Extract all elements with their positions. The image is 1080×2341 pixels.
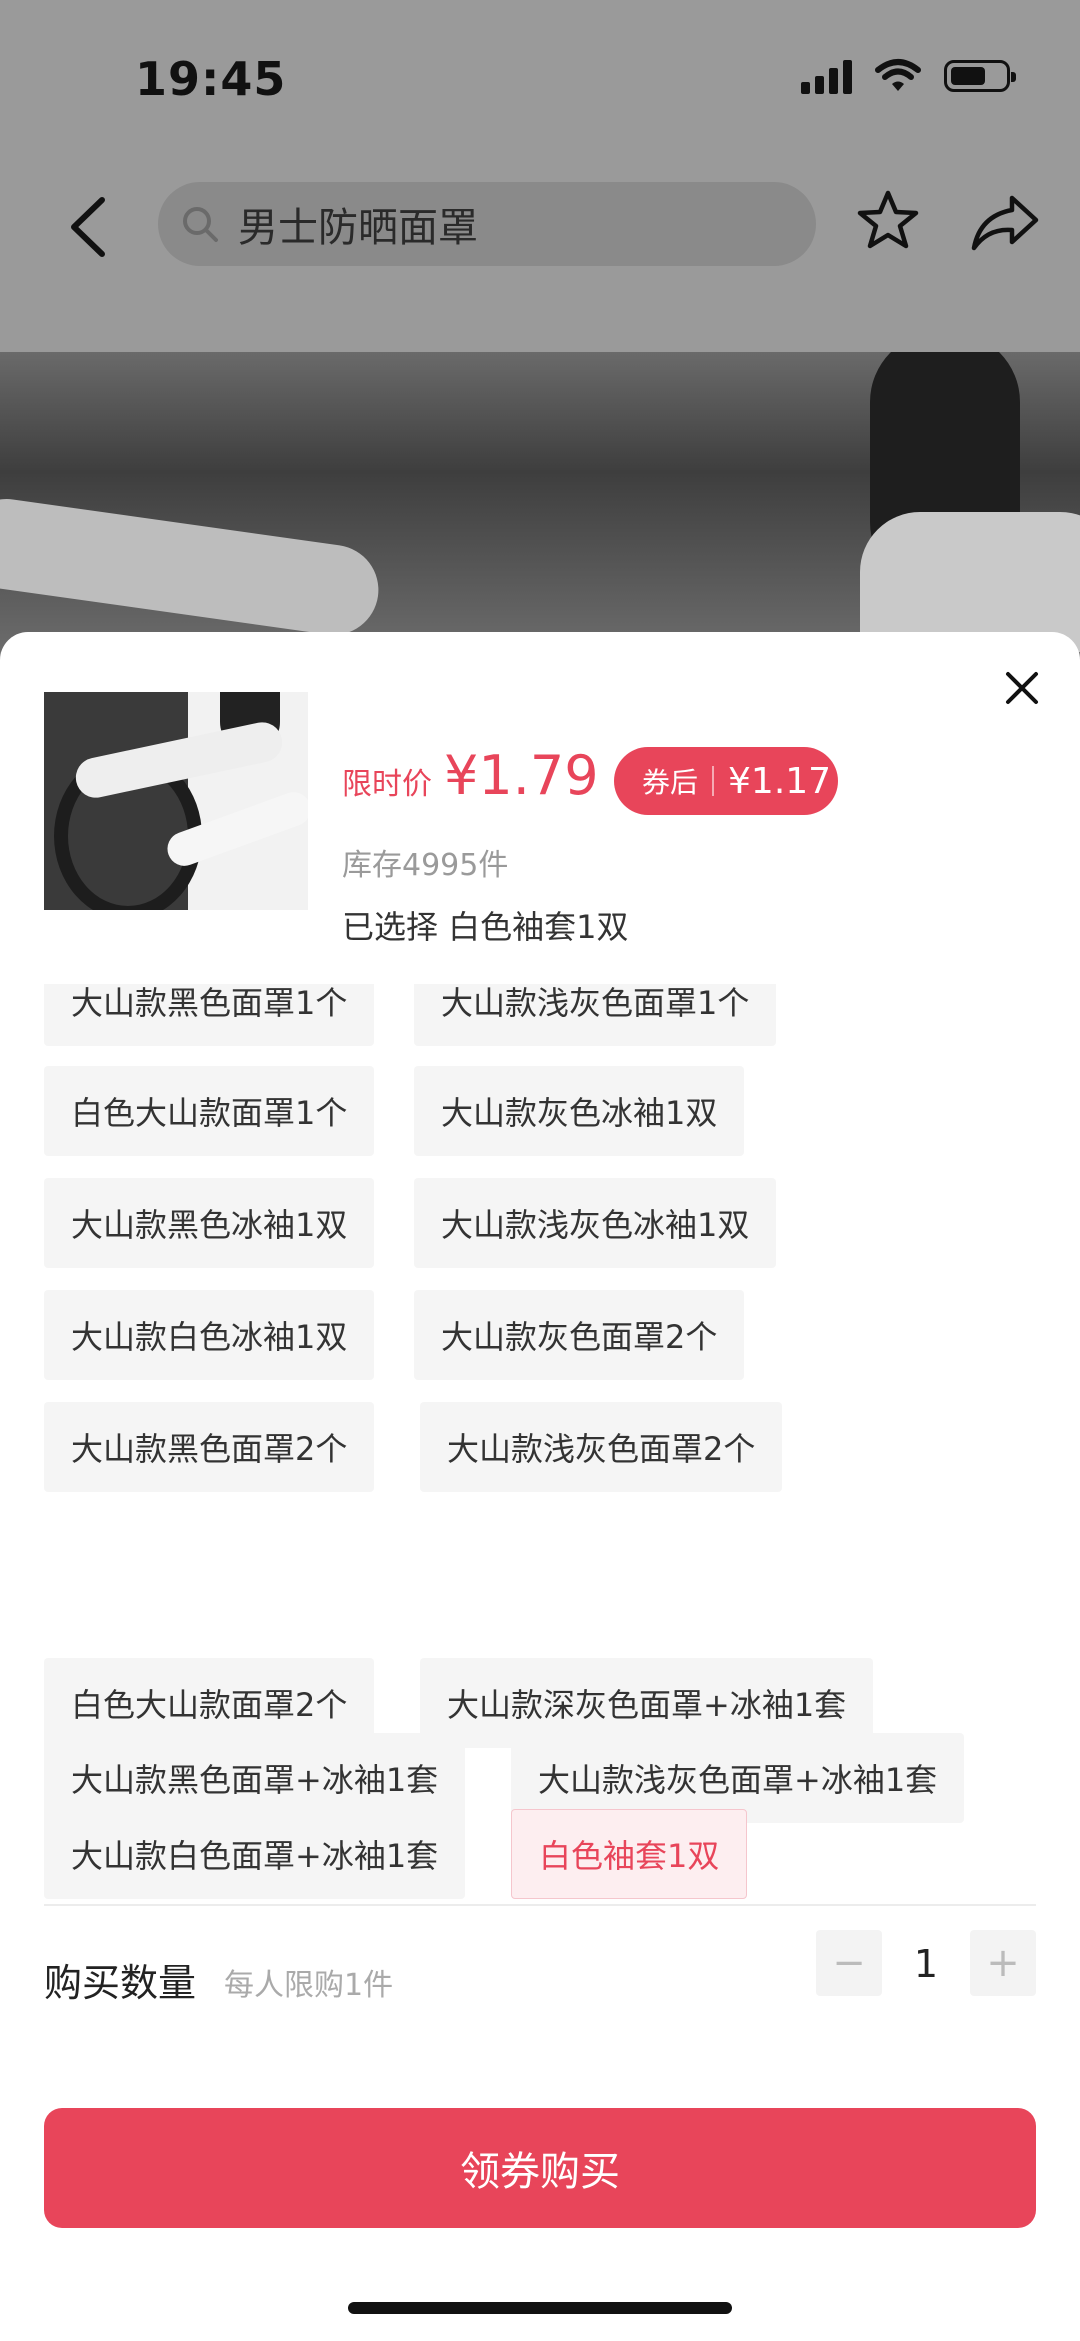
wifi-icon	[875, 59, 921, 91]
share-icon[interactable]	[968, 190, 1040, 256]
variant-option[interactable]: 大山款黑色面罩2个	[44, 1402, 375, 1492]
variant-option[interactable]: 大山款白色冰袖1双	[44, 1290, 375, 1380]
quantity-label: 购买数量	[44, 1961, 197, 2005]
variant-options: 大山款黑色面罩1个 大山款浅灰色面罩1个 白色大山款面罩1个 大山款灰色冰袖1双…	[44, 984, 1040, 1504]
home-indicator	[348, 2302, 732, 2314]
signal-icon	[801, 58, 852, 94]
sku-selector-sheet: 限时价 ¥1.79 券后 ¥1.17 库存4995件 已选择 白色袖套1双 大山…	[0, 632, 1080, 2341]
stock-text: 库存4995件	[342, 848, 509, 883]
variant-option[interactable]: 大山款浅灰色面罩1个	[414, 984, 777, 1046]
top-bar: 19:45 男士防晒面罩	[0, 0, 1080, 352]
quantity-limit-text: 每人限购1件	[224, 1968, 394, 2003]
search-icon	[183, 207, 218, 242]
quantity-value: 1	[913, 1942, 939, 1986]
coupon-separator	[712, 766, 715, 796]
variant-option[interactable]: 大山款白色面罩+冰袖1套	[44, 1809, 466, 1899]
quantity-decrease-button[interactable]: −	[816, 1930, 882, 1996]
search-text: 男士防晒面罩	[238, 205, 478, 251]
variant-option[interactable]: 大山款灰色冰袖1双	[414, 1066, 745, 1156]
price-value: ¥1.79	[444, 744, 599, 807]
status-icons	[801, 58, 1016, 94]
selected-variant-text: 已选择 白色袖套1双	[342, 908, 629, 946]
price-row: 限时价 ¥1.79	[342, 744, 599, 807]
status-time: 19:45	[135, 52, 287, 106]
variant-option[interactable]: 大山款黑色冰袖1双	[44, 1178, 375, 1268]
variant-option[interactable]: 大山款浅灰色面罩2个	[420, 1402, 783, 1492]
variant-option[interactable]: 大山款浅灰色冰袖1双	[414, 1178, 777, 1268]
product-thumbnail	[44, 692, 308, 910]
price-label: 限时价	[342, 767, 432, 802]
back-icon[interactable]	[60, 192, 120, 262]
divider	[44, 1904, 1036, 1906]
coupon-badge: 券后 ¥1.17	[614, 747, 838, 815]
buy-with-coupon-button[interactable]: 领券购买	[44, 2108, 1036, 2228]
close-icon[interactable]	[1000, 666, 1044, 710]
coupon-price: ¥1.17	[728, 760, 832, 802]
variant-option[interactable]: 大山款灰色面罩2个	[414, 1290, 745, 1380]
variant-option[interactable]: 白色大山款面罩1个	[44, 1066, 375, 1156]
quantity-increase-button[interactable]: +	[970, 1930, 1036, 1996]
variant-option[interactable]: 大山款黑色面罩1个	[44, 984, 375, 1046]
star-icon[interactable]	[855, 188, 921, 254]
product-hero-image	[0, 352, 1080, 652]
search-bar[interactable]: 男士防晒面罩	[158, 182, 816, 266]
coupon-label: 券后	[642, 766, 699, 799]
battery-icon	[944, 60, 1016, 92]
variant-option-selected[interactable]: 白色袖套1双	[511, 1809, 748, 1899]
